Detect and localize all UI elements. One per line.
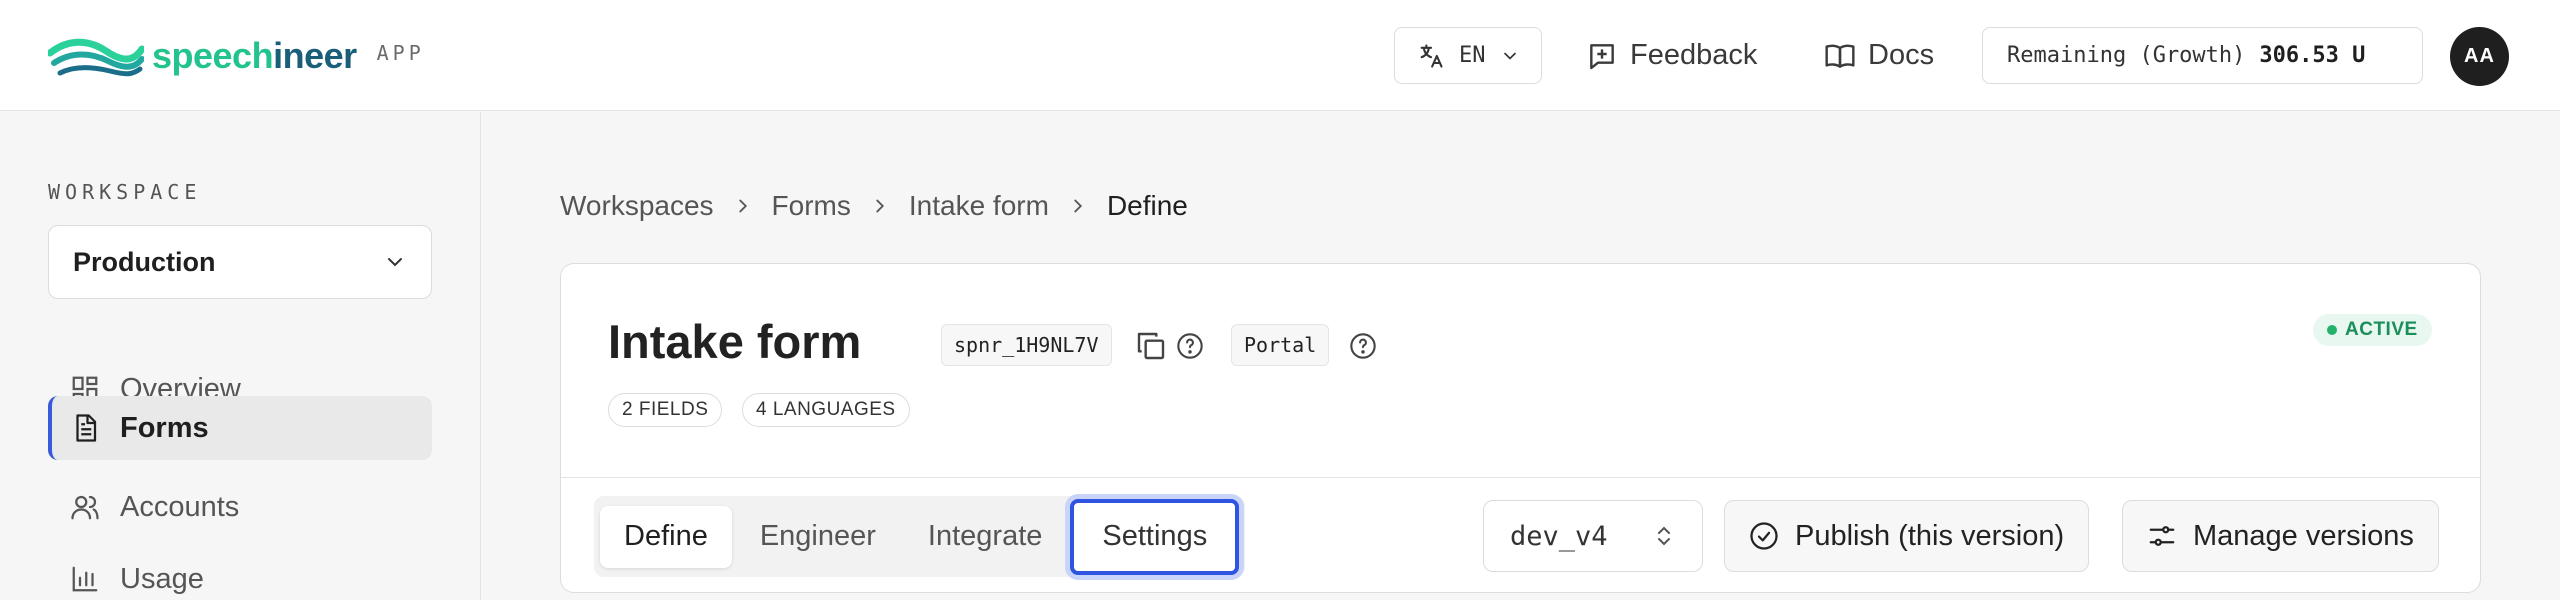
logo-wave-icon xyxy=(48,38,144,77)
help-icon[interactable] xyxy=(1176,332,1204,360)
form-type-chip: Portal xyxy=(1231,324,1330,366)
workspace-select[interactable]: Production xyxy=(48,225,432,299)
page-title: Intake form xyxy=(608,315,862,368)
help-icon[interactable] xyxy=(1349,332,1377,360)
chevron-right-icon xyxy=(738,199,747,213)
languages-count-pill: 4 LANGUAGES xyxy=(742,393,910,427)
version-value: dev_v4 xyxy=(1510,520,1608,552)
manage-label: Manage versions xyxy=(2193,519,2414,552)
form-card: Intake form spnr_1H9NL7V Portal ACTIVE 2… xyxy=(560,263,2481,593)
remaining-amount: 306.53 U xyxy=(2259,43,2366,68)
language-code: EN xyxy=(1459,43,1486,68)
sidebar-item-label: Accounts xyxy=(120,490,240,523)
chevron-down-icon xyxy=(388,258,402,267)
sidebar: WORKSPACE Production Overview Forms Acco… xyxy=(0,112,481,600)
bar-chart-icon xyxy=(72,566,98,592)
sidebar-item-usage[interactable]: Usage xyxy=(48,547,432,600)
breadcrumb-intake-form[interactable]: Intake form xyxy=(909,190,1049,222)
card-divider xyxy=(561,477,2480,478)
version-select[interactable]: dev_v4 xyxy=(1483,500,1703,572)
tab-integrate[interactable]: Integrate xyxy=(904,506,1066,568)
chevron-down-icon xyxy=(1503,52,1516,60)
status-label: ACTIVE xyxy=(2345,319,2418,340)
breadcrumb-workspaces[interactable]: Workspaces xyxy=(560,190,714,222)
app-logo[interactable]: speechineer APP xyxy=(48,30,425,82)
logo-wordmark: speechineer xyxy=(152,35,357,77)
publish-label: Publish (this version) xyxy=(1795,519,2065,552)
publish-button[interactable]: Publish (this version) xyxy=(1724,500,2090,572)
logo-wordmark-part2: ineer xyxy=(273,35,357,76)
tab-settings[interactable]: Settings xyxy=(1070,498,1240,575)
app-label: APP xyxy=(376,41,425,65)
book-icon xyxy=(1825,44,1855,68)
docs-label: Docs xyxy=(1868,39,1935,71)
chevron-right-icon xyxy=(1074,199,1082,213)
chevron-up-down-icon xyxy=(1658,526,1670,546)
chevron-right-icon xyxy=(876,199,884,213)
tab-engineer[interactable]: Engineer xyxy=(736,506,900,568)
logo-wordmark-part1: speech xyxy=(152,35,274,76)
sidebar-item-forms[interactable]: Forms xyxy=(48,396,432,460)
sidebar-item-label: Usage xyxy=(120,562,204,595)
feedback-label: Feedback xyxy=(1630,39,1758,71)
sidebar-item-label: Forms xyxy=(120,411,209,444)
breadcrumb: Workspaces Forms Intake form Define xyxy=(560,190,1188,222)
sidebar-item-accounts[interactable]: Accounts xyxy=(48,475,432,539)
translate-icon xyxy=(1420,43,1443,68)
sliders-icon xyxy=(2149,526,2175,546)
tab-bar: Define Engineer Integrate Settings xyxy=(594,496,1246,577)
form-id-chip: spnr_1H9NL7V xyxy=(941,324,1112,366)
check-circle-icon xyxy=(1750,522,1778,550)
remaining-label: Remaining (Growth) xyxy=(2007,43,2246,68)
document-icon xyxy=(76,414,97,442)
top-bar: speechineer APP EN Feedback Docs Remaini… xyxy=(0,0,2560,111)
fields-count-pill: 2 FIELDS xyxy=(608,393,723,427)
docs-link[interactable]: Docs xyxy=(1824,27,1934,84)
status-badge: ACTIVE xyxy=(2313,314,2432,346)
breadcrumb-current: Define xyxy=(1106,190,1188,221)
feedback-link[interactable]: Feedback xyxy=(1586,27,1757,84)
breadcrumb-forms[interactable]: Forms xyxy=(772,190,851,222)
tab-define[interactable]: Define xyxy=(600,505,732,568)
workspace-label: WORKSPACE xyxy=(48,180,202,204)
language-selector[interactable]: EN xyxy=(1394,27,1542,84)
feedback-icon xyxy=(1590,43,1614,69)
manage-versions-button[interactable]: Manage versions xyxy=(2122,500,2439,572)
remaining-credits[interactable]: Remaining (Growth) 306.53 U xyxy=(1982,27,2423,84)
users-icon xyxy=(71,495,99,520)
status-dot xyxy=(2327,325,2337,335)
workspace-value: Production xyxy=(73,246,216,277)
copy-icon[interactable] xyxy=(1135,330,1167,362)
user-avatar[interactable]: AA xyxy=(2450,27,2509,86)
